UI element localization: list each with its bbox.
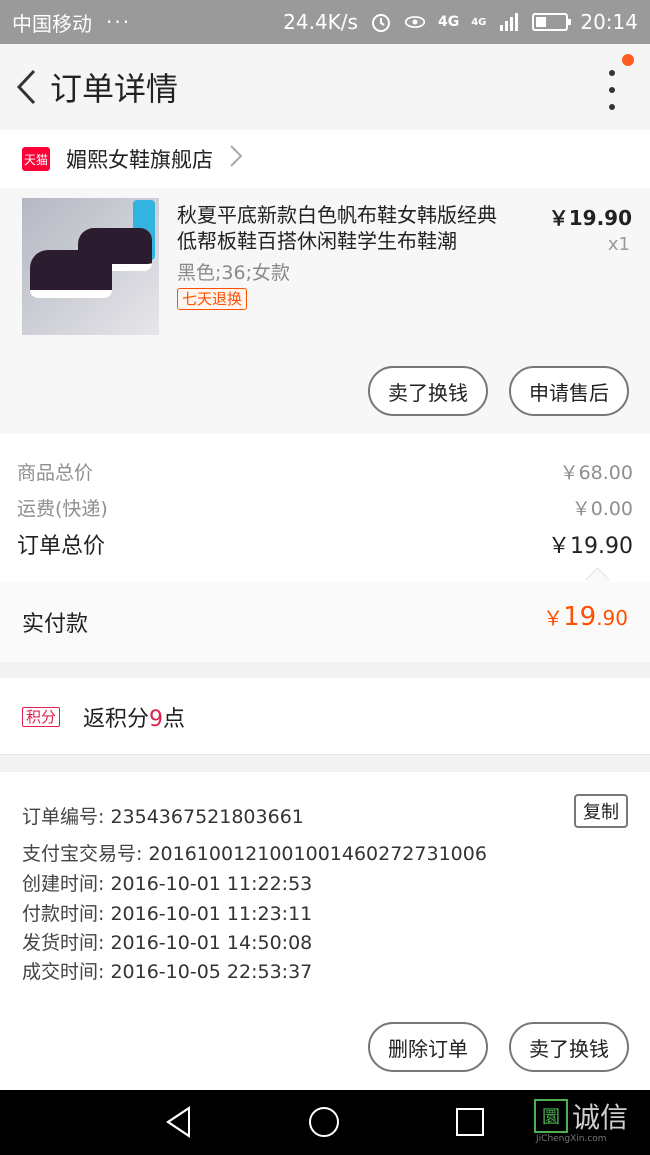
info-row: 创建时间: 2016-10-01 11:22:53 — [22, 869, 312, 896]
tmall-logo-icon: 天猫 — [22, 147, 50, 171]
notification-dots: ··· — [106, 10, 132, 34]
network-type-1: 4G — [437, 14, 460, 30]
points-suffix: 点 — [163, 707, 186, 732]
points-row: 积分 返积分9点 — [0, 678, 650, 755]
system-navigation-bar: 圜 诚信 JiChengXin.com — [0, 1090, 650, 1155]
completed-time: 2016-10-05 22:53:37 — [110, 961, 313, 983]
status-bar: 中国移动 ··· 24.4K/s 4G 4G 20:14 — [0, 0, 650, 44]
info-row: 发货时间: 2016-10-01 14:50:08 — [22, 928, 312, 955]
bottom-action-bar: 删除订单 卖了换钱 — [0, 998, 650, 1090]
points-prefix: 返积分 — [83, 707, 150, 732]
delete-order-button[interactable]: 删除订单 — [368, 1022, 488, 1072]
product-thumbnail[interactable] — [22, 198, 159, 335]
sell-for-cash-button[interactable]: 卖了换钱 — [368, 366, 488, 416]
amount-integer: 19 — [563, 602, 597, 632]
actual-payment-amount: ￥19.90 — [543, 602, 628, 632]
more-menu-button[interactable] — [602, 70, 622, 110]
info-row: 订单编号: 2354367521803661 — [22, 802, 304, 829]
chevron-left-icon — [16, 69, 36, 105]
order-info: 订单编号: 2354367521803661 支付宝交易号: 201610012… — [0, 772, 650, 999]
nav-recent-apps-icon[interactable] — [456, 1108, 484, 1136]
watermark-logo: 圜 诚信 — [534, 1096, 628, 1136]
created-time: 2016-10-01 11:22:53 — [110, 873, 313, 895]
network-speed: 24.4K/s — [283, 10, 358, 34]
info-key: 成交时间: — [22, 961, 105, 983]
battery-icon — [532, 13, 572, 31]
eye-icon — [404, 11, 426, 33]
info-key: 发货时间: — [22, 932, 105, 954]
network-type-2: 4G — [471, 16, 487, 28]
carrier-name: 中国移动 — [12, 11, 92, 36]
info-key: 支付宝交易号: — [22, 843, 143, 865]
chevron-right-icon — [229, 144, 243, 174]
alipay-trade-number: 2016100121001001460272731006 — [148, 843, 487, 865]
info-key: 付款时间: — [22, 903, 105, 925]
order-total-label: 订单总价 — [17, 534, 106, 559]
info-key: 创建时间: — [22, 873, 105, 895]
shop-name: 媚熙女鞋旗舰店 — [66, 148, 213, 172]
nav-home-icon[interactable] — [309, 1107, 339, 1137]
points-badge: 积分 — [22, 707, 61, 727]
product-price: ￥19.90 — [548, 206, 632, 230]
product-sku: 黑色;36;女款 — [177, 262, 290, 284]
shipping-label: 运费(快递) — [17, 498, 108, 520]
paid-time: 2016-10-01 11:23:11 — [110, 903, 313, 925]
goods-total-row: 商品总价 ￥68.00 — [17, 458, 633, 485]
watermark-mark: 圜 — [534, 1099, 568, 1133]
price-summary: 商品总价 ￥68.00 运费(快递) ￥0.00 订单总价 ￥19.90 — [0, 434, 650, 592]
page-title: 订单详情 — [50, 70, 179, 108]
info-row: 成交时间: 2016-10-05 22:53:37 — [22, 957, 312, 984]
alarm-icon — [370, 11, 392, 33]
info-row: 支付宝交易号: 2016100121001001460272731006 — [22, 839, 487, 866]
nav-back-icon[interactable] — [166, 1106, 190, 1138]
currency-symbol: ￥ — [543, 606, 564, 630]
copy-order-number-button[interactable]: 复制 — [574, 794, 628, 828]
shipped-time: 2016-10-01 14:50:08 — [110, 932, 313, 954]
after-sale-button[interactable]: 申请售后 — [509, 366, 629, 416]
goods-total-label: 商品总价 — [17, 462, 94, 484]
app-header: 订单详情 — [0, 44, 650, 130]
signal-icon — [498, 11, 520, 33]
order-total-value: ￥19.90 — [548, 534, 633, 559]
info-row: 付款时间: 2016-10-01 11:23:11 — [22, 899, 312, 926]
clock-time: 20:14 — [580, 10, 638, 34]
product-quantity: x1 — [607, 234, 630, 255]
watermark-text: 诚信 — [572, 1101, 629, 1134]
actual-payment-label: 实付款 — [22, 612, 89, 637]
points-text: 返积分9点 — [83, 701, 185, 733]
notification-dot — [622, 54, 634, 66]
goods-total-value: ￥68.00 — [559, 462, 633, 484]
info-key: 订单编号: — [22, 806, 105, 828]
back-button[interactable] — [6, 67, 46, 107]
product-title: 秋夏平底新款白色帆布鞋女韩版经典低帮板鞋百搭休闲鞋学生布鞋潮 — [177, 203, 497, 253]
order-total-row: 订单总价 ￥19.90 — [17, 528, 633, 560]
return-policy-badge: 七天退换 — [177, 288, 248, 310]
product-item[interactable]: 秋夏平底新款白色帆布鞋女韩版经典低帮板鞋百搭休闲鞋学生布鞋潮 黑色;36;女款 … — [0, 188, 650, 434]
actual-payment: 实付款 ￥19.90 — [0, 582, 650, 662]
status-bar-right: 24.4K/s 4G 4G 20:14 — [283, 10, 638, 34]
sell-for-cash-bottom-button[interactable]: 卖了换钱 — [509, 1022, 629, 1072]
order-number: 2354367521803661 — [110, 806, 304, 828]
shipping-value: ￥0.00 — [571, 498, 633, 520]
shipping-row: 运费(快递) ￥0.00 — [17, 494, 633, 521]
points-number: 9 — [149, 707, 164, 732]
watermark-subtext: JiChengXin.com — [536, 1134, 607, 1144]
amount-decimal: .90 — [596, 606, 628, 630]
shop-row[interactable]: 天猫 媚熙女鞋旗舰店 — [0, 130, 650, 188]
